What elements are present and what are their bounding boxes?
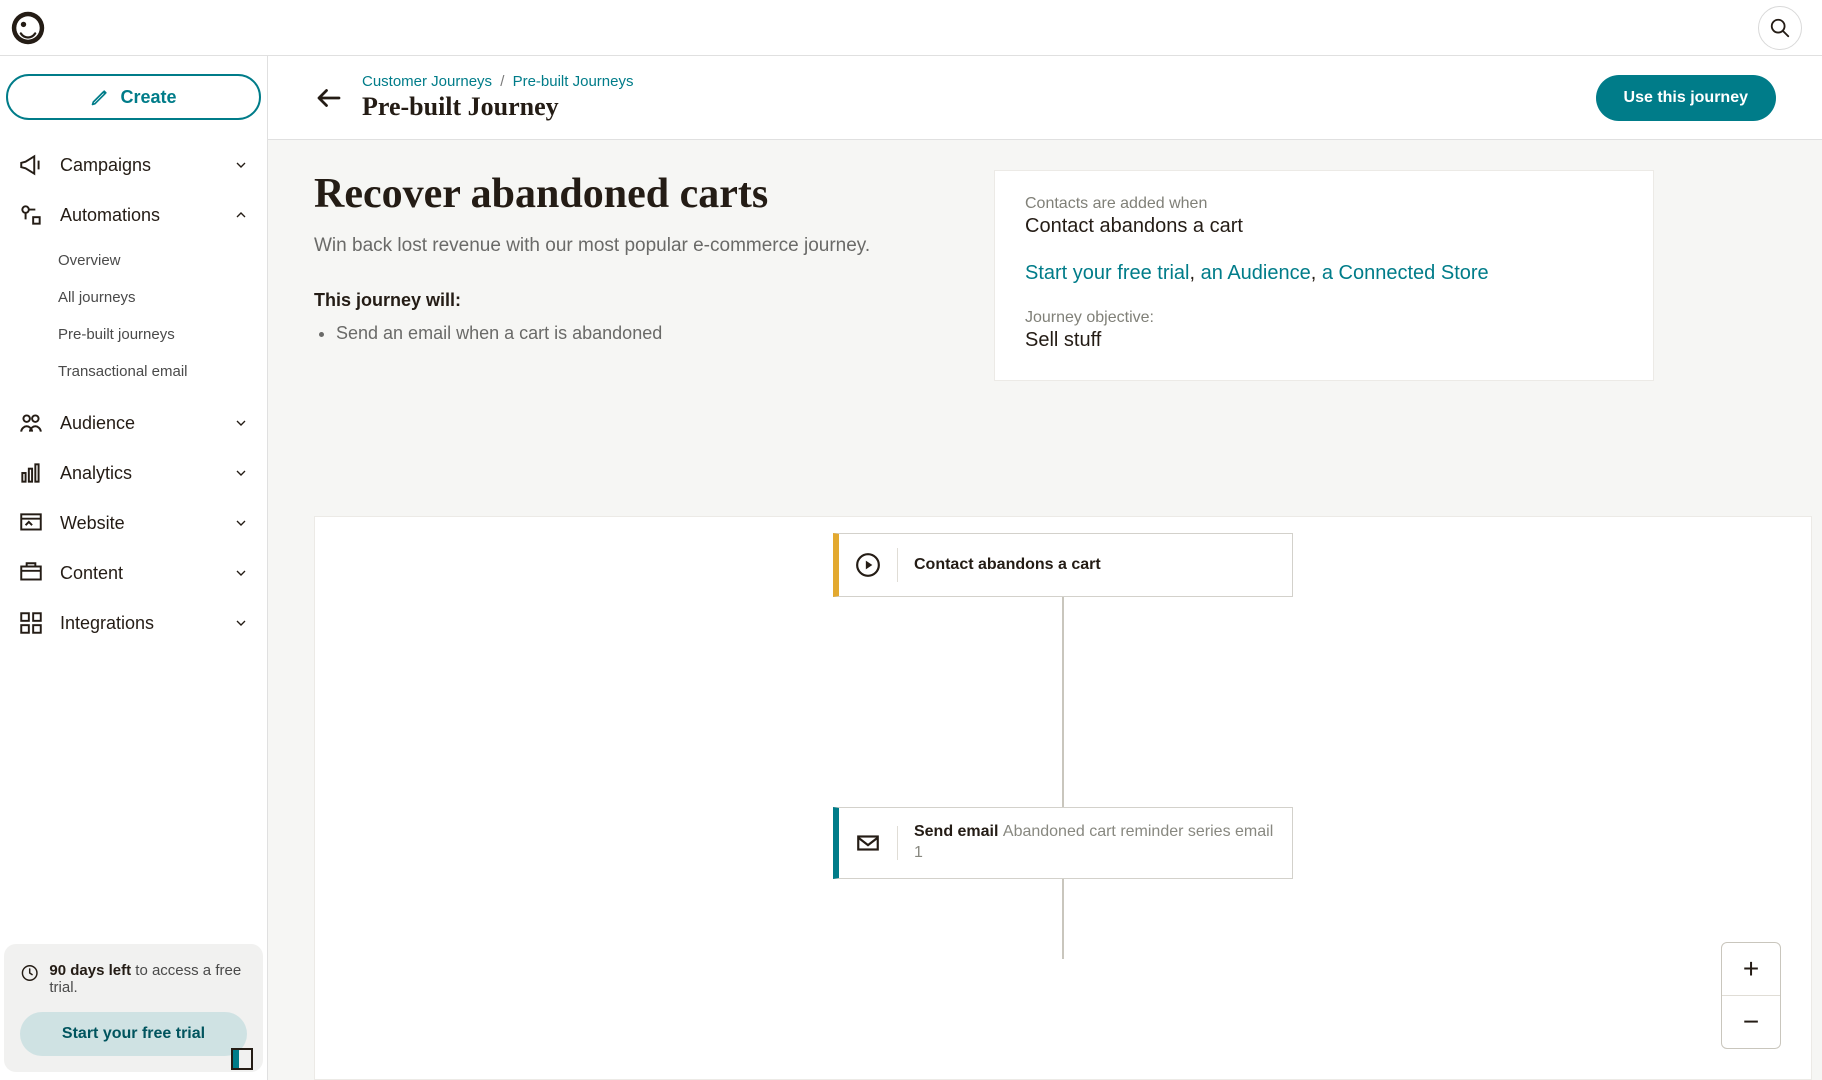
analytics-icon xyxy=(18,460,44,486)
zoom-in-button[interactable]: + xyxy=(1722,943,1780,995)
chevron-down-icon xyxy=(233,465,249,481)
added-when-value: Contact abandons a cart xyxy=(1025,215,1623,238)
breadcrumb: Customer Journeys / Pre-built Journeys xyxy=(362,73,633,90)
trial-card: 90 days left to access a free trial. Sta… xyxy=(4,944,263,1072)
chevron-down-icon xyxy=(233,565,249,581)
journey-info-panel: Contacts are added when Contact abandons… xyxy=(994,170,1654,381)
trial-text: 90 days left to access a free trial. xyxy=(49,962,247,996)
arrow-left-icon xyxy=(314,83,344,113)
website-icon xyxy=(18,510,44,536)
nav-analytics[interactable]: Analytics xyxy=(0,448,267,498)
play-circle-icon xyxy=(855,552,881,578)
crumb-prebuilt-journeys[interactable]: Pre-built Journeys xyxy=(513,73,634,90)
subnav-prebuilt-journeys[interactable]: Pre-built journeys xyxy=(58,316,267,353)
link-an-audience[interactable]: an Audience xyxy=(1201,262,1311,284)
journey-description: Win back lost revenue with our most popu… xyxy=(314,232,954,260)
search-icon xyxy=(1769,17,1791,39)
automations-icon xyxy=(18,202,44,228)
search-button[interactable] xyxy=(1758,6,1802,50)
subnav-all-journeys[interactable]: All journeys xyxy=(58,279,267,316)
added-when-label: Contacts are added when xyxy=(1025,195,1623,213)
sidebar-collapse-toggle[interactable] xyxy=(231,1048,253,1070)
objective-label: Journey objective: xyxy=(1025,309,1623,327)
will-item: Send an email when a cart is abandoned xyxy=(336,323,954,344)
chevron-up-icon xyxy=(233,207,249,223)
zoom-out-button[interactable]: − xyxy=(1722,996,1780,1048)
mailchimp-logo[interactable] xyxy=(10,10,46,46)
integrations-icon xyxy=(18,610,44,636)
nav-website[interactable]: Website xyxy=(0,498,267,548)
nav-campaigns[interactable]: Campaigns xyxy=(0,140,267,190)
zoom-controls: + − xyxy=(1721,942,1781,1049)
subnav-overview[interactable]: Overview xyxy=(58,242,267,279)
journey-heading: Recover abandoned carts xyxy=(314,170,954,218)
use-this-journey-button[interactable]: Use this journey xyxy=(1596,75,1776,121)
create-button[interactable]: Create xyxy=(6,74,261,120)
start-node[interactable]: Contact abandons a cart xyxy=(833,533,1293,597)
link-start-free-trial[interactable]: Start your free trial xyxy=(1025,262,1190,284)
create-label: Create xyxy=(120,87,176,108)
link-connected-store[interactable]: a Connected Store xyxy=(1322,262,1489,284)
pencil-icon xyxy=(90,87,110,107)
audience-icon xyxy=(18,410,44,436)
email-node[interactable]: Send email Abandoned cart reminder serie… xyxy=(833,807,1293,879)
nav-automations[interactable]: Automations xyxy=(0,190,267,240)
start-free-trial-button[interactable]: Start your free trial xyxy=(20,1012,247,1056)
content-icon xyxy=(18,560,44,586)
journey-canvas[interactable]: Contact abandons a cart Send email Aband… xyxy=(314,516,1812,1080)
megaphone-icon xyxy=(18,152,44,178)
chevron-down-icon xyxy=(233,615,249,631)
chevron-down-icon xyxy=(233,157,249,173)
page-title: Pre-built Journey xyxy=(362,92,633,122)
nav-integrations[interactable]: Integrations xyxy=(0,598,267,648)
nav-audience[interactable]: Audience xyxy=(0,398,267,448)
subnav-transactional-email[interactable]: Transactional email xyxy=(58,353,267,390)
nav-content[interactable]: Content xyxy=(0,548,267,598)
crumb-customer-journeys[interactable]: Customer Journeys xyxy=(362,73,492,90)
mail-icon xyxy=(855,830,881,856)
back-button[interactable] xyxy=(314,83,344,113)
chevron-down-icon xyxy=(233,515,249,531)
will-heading: This journey will: xyxy=(314,290,954,311)
clock-icon xyxy=(20,962,39,984)
objective-value: Sell stuff xyxy=(1025,329,1623,352)
requirement-links: Start your free trial, an Audience, a Co… xyxy=(1025,262,1623,285)
chevron-down-icon xyxy=(233,415,249,431)
